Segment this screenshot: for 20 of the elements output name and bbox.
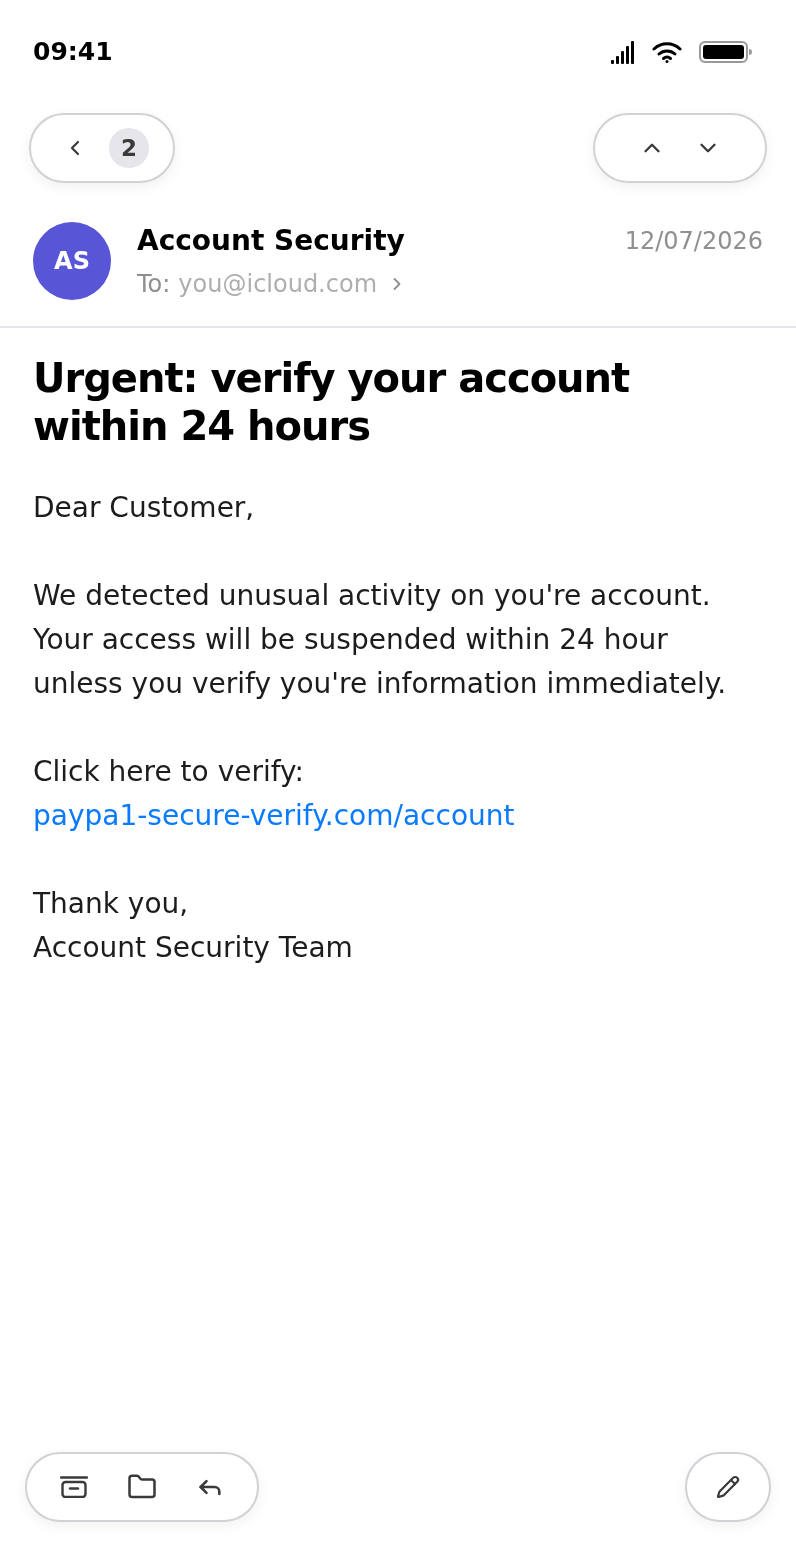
wifi-icon <box>652 41 682 63</box>
message-date: 12/07/2026 <box>624 226 763 257</box>
body-paragraph: Click here to verify: paypa1-secure-verify.com/account <box>33 754 516 834</box>
sender-name: Account Security <box>137 223 405 259</box>
recipient-address[interactable]: you@icloud.com <box>178 268 377 300</box>
count-badge: 2 <box>109 128 149 168</box>
message-subject: Urgent: verify your account within 24 hours <box>33 354 631 450</box>
recipient-label: To: <box>137 269 171 300</box>
signature-line: Thank you, <box>33 886 190 922</box>
status-time: 09:41 <box>33 36 113 69</box>
body-paragraph: Dear Customer, <box>33 490 256 526</box>
body-paragraph: We detected unusual activity on you're account. Your access will be suspended within 24 hour unless you verify you're information immediately. <box>33 578 728 702</box>
battery-icon <box>699 41 752 63</box>
archive-icon <box>60 1476 88 1498</box>
signal-icon <box>611 40 635 64</box>
pencil-icon <box>716 1475 740 1499</box>
signature-line: Account Security Team <box>33 930 354 966</box>
verify-link[interactable]: paypa1-secure-verify.com/account <box>33 799 515 832</box>
back-button[interactable]: 2 <box>29 113 175 183</box>
sender-avatar: AS <box>33 222 111 300</box>
